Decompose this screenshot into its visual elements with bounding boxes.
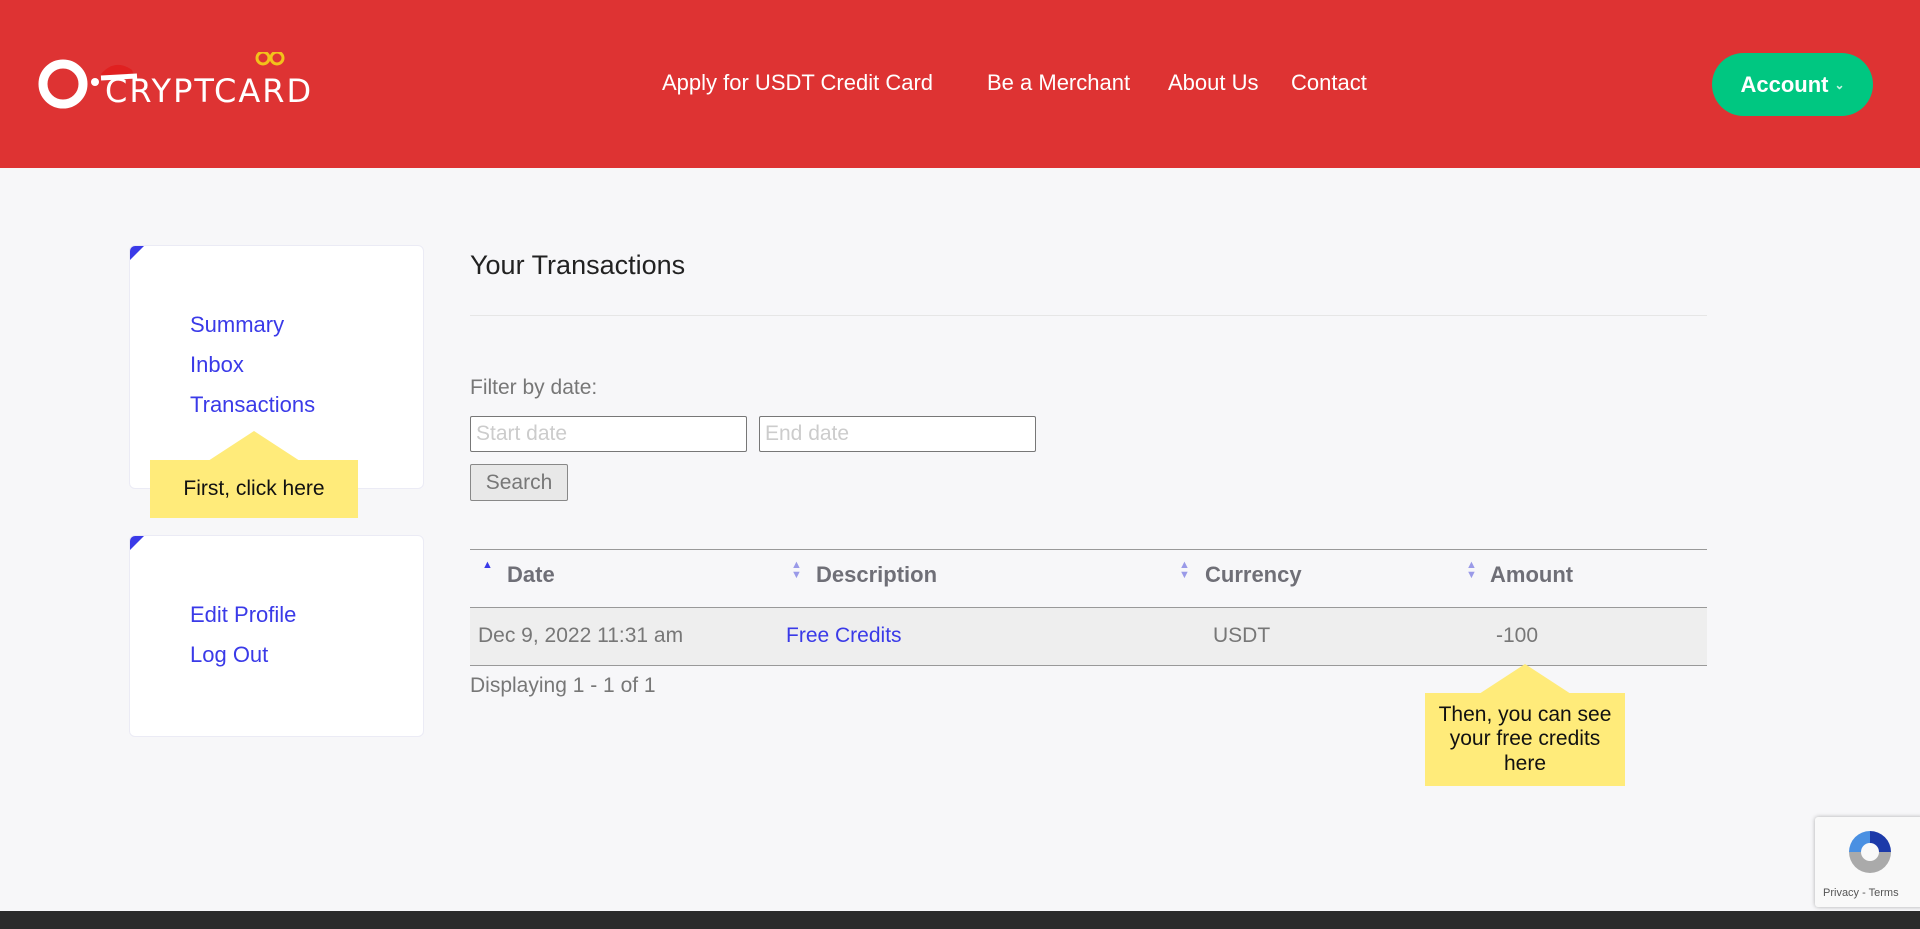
tooltip-arrow (208, 431, 300, 461)
sidebar-item-edit-profile[interactable]: Edit Profile (190, 602, 296, 628)
cell-description-link[interactable]: Free Credits (786, 624, 902, 648)
recaptcha-icon (1849, 831, 1891, 873)
nav-merchant[interactable]: Be a Merchant (987, 70, 1130, 96)
page-title: Your Transactions (470, 250, 686, 280)
cell-amount: -100 (1496, 624, 1539, 647)
svg-text:CRYPTCARD: CRYPTCARD (105, 72, 313, 110)
corner-accent (130, 536, 144, 550)
sidebar-item-log-out[interactable]: Log Out (190, 642, 268, 668)
cell-date: Dec 9, 2022 11:31 am (478, 624, 684, 647)
sidebar-item-transactions[interactable]: Transactions (190, 392, 315, 418)
column-header-date[interactable]: Date (507, 562, 555, 588)
recaptcha-links[interactable]: Privacy - Terms (1823, 887, 1899, 899)
corner-accent (130, 246, 144, 260)
sort-icon[interactable]: ▲ ▼ (1466, 560, 1477, 581)
nav-apply-card[interactable]: Apply for USDT Credit Card (662, 70, 933, 96)
chevron-down-icon: ⌄ (1834, 77, 1845, 92)
sidebar-item-summary[interactable]: Summary (190, 312, 284, 338)
column-header-description[interactable]: Description (816, 562, 937, 588)
column-header-currency[interactable]: Currency (1205, 562, 1302, 588)
sort-icon[interactable]: ▲ ▼ (1179, 560, 1190, 581)
end-date-input[interactable] (759, 416, 1036, 452)
sort-icon[interactable]: ▲ ▼ (791, 560, 802, 581)
sidebar-item-inbox[interactable]: Inbox (190, 352, 244, 378)
sidebar-card-profile (129, 535, 424, 737)
account-button[interactable]: Account ⌄ (1712, 53, 1873, 116)
header: CRYPTCARD Apply for USDT Credit Card Be … (0, 0, 1920, 168)
sort-asc-icon[interactable]: ▲ (482, 560, 493, 571)
pagination-info: Displaying 1 - 1 of 1 (470, 674, 656, 697)
search-button[interactable]: Search (470, 464, 568, 501)
column-header-amount[interactable]: Amount (1490, 562, 1573, 588)
filter-label: Filter by date: (470, 376, 598, 399)
nav-contact[interactable]: Contact (1291, 70, 1367, 96)
tooltip-second: Then, you can see your free credits here (1425, 693, 1625, 786)
cryptcard-logo[interactable]: CRYPTCARD (37, 52, 347, 112)
start-date-input[interactable] (470, 416, 747, 452)
table-top-border (470, 549, 1707, 550)
divider (470, 315, 1707, 316)
cell-currency: USDT (1213, 624, 1271, 647)
tooltip-arrow (1479, 664, 1571, 694)
footer (0, 911, 1920, 929)
recaptcha-badge[interactable]: Privacy - Terms (1815, 817, 1920, 907)
nav-about-us[interactable]: About Us (1168, 70, 1259, 96)
tooltip-first: First, click here (150, 460, 358, 518)
account-label: Account (1740, 71, 1829, 97)
